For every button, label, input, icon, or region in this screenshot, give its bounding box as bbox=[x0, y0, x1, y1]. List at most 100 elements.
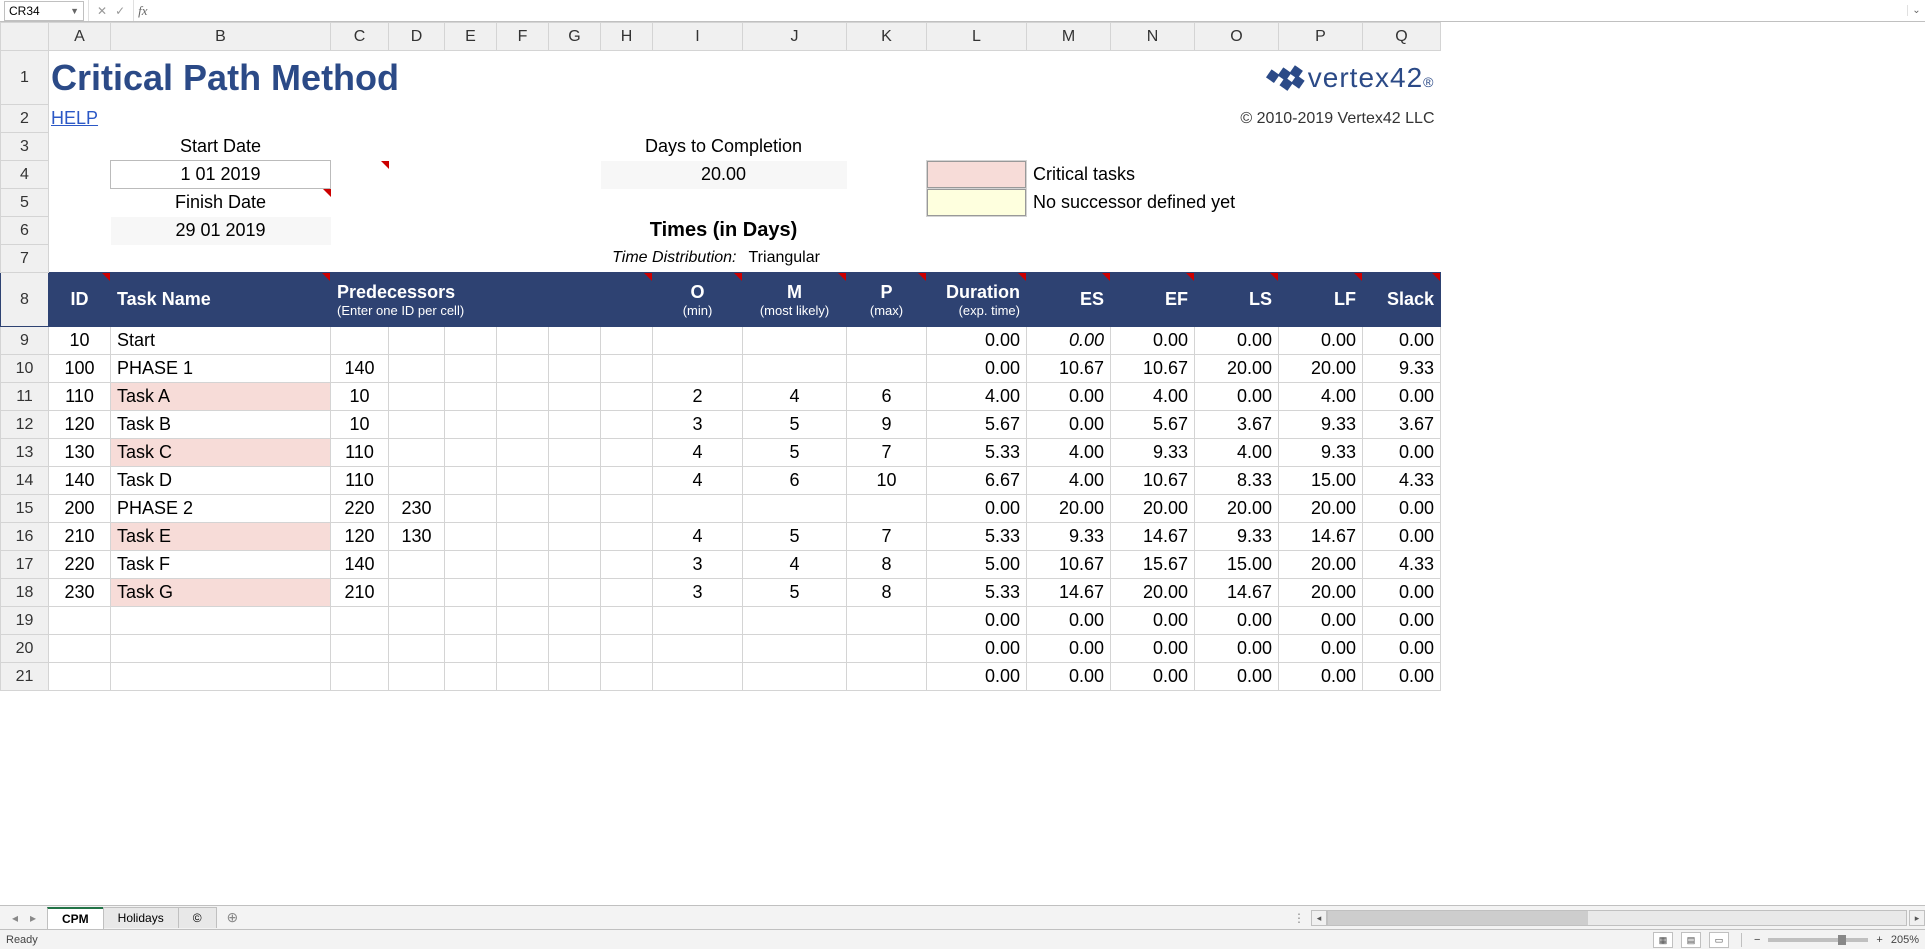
cell-task-name[interactable]: Task C bbox=[111, 439, 331, 467]
cell-p[interactable] bbox=[847, 495, 927, 523]
cell-predecessor[interactable] bbox=[549, 439, 601, 467]
cell-ls[interactable]: 3.67 bbox=[1195, 411, 1279, 439]
cell-task-name[interactable]: Task D bbox=[111, 467, 331, 495]
cell-dur[interactable]: 0.00 bbox=[927, 663, 1027, 691]
cell-predecessor[interactable] bbox=[389, 607, 445, 635]
cell-es[interactable]: 4.00 bbox=[1027, 467, 1111, 495]
table-row[interactable]: 190.000.000.000.000.000.00 bbox=[1, 607, 1441, 635]
view-normal-icon[interactable]: ▦ bbox=[1653, 932, 1673, 948]
cell-es[interactable]: 9.33 bbox=[1027, 523, 1111, 551]
col-header[interactable]: F bbox=[497, 23, 549, 51]
cell-m[interactable] bbox=[743, 355, 847, 383]
cell-predecessor[interactable]: 10 bbox=[331, 383, 389, 411]
cell-predecessor[interactable] bbox=[549, 411, 601, 439]
cell-predecessor[interactable] bbox=[549, 327, 601, 355]
start-date-value[interactable]: 1 01 2019 bbox=[111, 161, 331, 189]
hscroll-track[interactable] bbox=[1327, 910, 1907, 926]
cell-m[interactable]: 6 bbox=[743, 467, 847, 495]
row-header[interactable]: 10 bbox=[1, 355, 49, 383]
cell-predecessor[interactable] bbox=[445, 663, 497, 691]
tab-prev-icon[interactable]: ▸ bbox=[26, 911, 40, 925]
cell-id[interactable]: 230 bbox=[49, 579, 111, 607]
cell-lf[interactable]: 15.00 bbox=[1279, 467, 1363, 495]
row-header[interactable]: 16 bbox=[1, 523, 49, 551]
cell-predecessor[interactable] bbox=[549, 635, 601, 663]
name-box[interactable]: CR34 ▼ bbox=[4, 1, 84, 21]
cell-predecessor[interactable]: 220 bbox=[331, 495, 389, 523]
select-all-corner[interactable] bbox=[1, 23, 49, 51]
cell-predecessor[interactable] bbox=[497, 663, 549, 691]
cell-ef[interactable]: 10.67 bbox=[1111, 355, 1195, 383]
cell-slack[interactable]: 3.67 bbox=[1363, 411, 1441, 439]
cell-predecessor[interactable] bbox=[497, 523, 549, 551]
cell-id[interactable]: 100 bbox=[49, 355, 111, 383]
cell-id[interactable]: 130 bbox=[49, 439, 111, 467]
cell-p[interactable]: 7 bbox=[847, 439, 927, 467]
cell-predecessor[interactable]: 140 bbox=[331, 355, 389, 383]
cell-predecessor[interactable] bbox=[445, 579, 497, 607]
cell-o[interactable]: 4 bbox=[653, 467, 743, 495]
cell-task-name[interactable]: PHASE 2 bbox=[111, 495, 331, 523]
col-header[interactable]: O bbox=[1195, 23, 1279, 51]
cell-o[interactable]: 3 bbox=[653, 579, 743, 607]
cell-predecessor[interactable] bbox=[331, 635, 389, 663]
cell-id[interactable] bbox=[49, 663, 111, 691]
cell-m[interactable] bbox=[743, 663, 847, 691]
cell-m[interactable] bbox=[743, 635, 847, 663]
cell-id[interactable]: 140 bbox=[49, 467, 111, 495]
cell-ef[interactable]: 15.67 bbox=[1111, 551, 1195, 579]
cell-predecessor[interactable] bbox=[389, 663, 445, 691]
cell-lf[interactable]: 20.00 bbox=[1279, 355, 1363, 383]
cell-predecessor[interactable] bbox=[601, 551, 653, 579]
cancel-icon[interactable]: ✕ bbox=[97, 4, 107, 18]
cell-predecessor[interactable] bbox=[389, 327, 445, 355]
cell-predecessor[interactable] bbox=[389, 355, 445, 383]
table-row[interactable]: 12120Task B103595.670.005.673.679.333.67 bbox=[1, 411, 1441, 439]
formula-input[interactable] bbox=[152, 1, 1907, 21]
cell-predecessor[interactable] bbox=[445, 327, 497, 355]
cell-task-name[interactable] bbox=[111, 607, 331, 635]
cell-slack[interactable]: 0.00 bbox=[1363, 523, 1441, 551]
col-header[interactable]: A bbox=[49, 23, 111, 51]
cell-predecessor[interactable]: 130 bbox=[389, 523, 445, 551]
col-header[interactable]: L bbox=[927, 23, 1027, 51]
cell-dur[interactable]: 5.00 bbox=[927, 551, 1027, 579]
table-row[interactable]: 200.000.000.000.000.000.00 bbox=[1, 635, 1441, 663]
accept-icon[interactable]: ✓ bbox=[115, 4, 125, 18]
col-header[interactable]: I bbox=[653, 23, 743, 51]
row-header[interactable]: 12 bbox=[1, 411, 49, 439]
cell-predecessor[interactable] bbox=[331, 327, 389, 355]
cell-predecessor[interactable]: 10 bbox=[331, 411, 389, 439]
cell-predecessor[interactable] bbox=[497, 327, 549, 355]
cell-es[interactable]: 20.00 bbox=[1027, 495, 1111, 523]
cell-slack[interactable]: 0.00 bbox=[1363, 663, 1441, 691]
cell-lf[interactable]: 4.00 bbox=[1279, 383, 1363, 411]
cell-predecessor[interactable]: 110 bbox=[331, 439, 389, 467]
cell-lf[interactable]: 0.00 bbox=[1279, 607, 1363, 635]
cell-dur[interactable]: 5.33 bbox=[927, 439, 1027, 467]
row-header[interactable]: 3 bbox=[1, 133, 49, 161]
cell-predecessor[interactable] bbox=[497, 579, 549, 607]
cell-predecessor[interactable] bbox=[445, 467, 497, 495]
cell-p[interactable]: 10 bbox=[847, 467, 927, 495]
cell-predecessor[interactable] bbox=[601, 663, 653, 691]
cell-dur[interactable]: 0.00 bbox=[927, 495, 1027, 523]
cell-predecessor[interactable] bbox=[549, 495, 601, 523]
table-row[interactable]: 13130Task C1104575.334.009.334.009.330.0… bbox=[1, 439, 1441, 467]
scroll-right-icon[interactable]: ▸ bbox=[1909, 910, 1925, 926]
cell-predecessor[interactable] bbox=[549, 607, 601, 635]
cell-ef[interactable]: 0.00 bbox=[1111, 607, 1195, 635]
table-row[interactable]: 10100PHASE 11400.0010.6710.6720.0020.009… bbox=[1, 355, 1441, 383]
cell-es[interactable]: 0.00 bbox=[1027, 607, 1111, 635]
cell-predecessor[interactable] bbox=[389, 439, 445, 467]
cell-predecessor[interactable] bbox=[389, 579, 445, 607]
sheet-tab-cpm[interactable]: CPM bbox=[47, 907, 104, 929]
fx-icon[interactable]: fx bbox=[134, 3, 151, 19]
cell-task-name[interactable]: Start bbox=[111, 327, 331, 355]
chevron-down-icon[interactable]: ▼ bbox=[70, 6, 79, 16]
cell-o[interactable]: 3 bbox=[653, 551, 743, 579]
cell-predecessor[interactable] bbox=[601, 579, 653, 607]
cell-slack[interactable]: 0.00 bbox=[1363, 607, 1441, 635]
cell-ls[interactable]: 0.00 bbox=[1195, 635, 1279, 663]
cell-ef[interactable]: 0.00 bbox=[1111, 327, 1195, 355]
